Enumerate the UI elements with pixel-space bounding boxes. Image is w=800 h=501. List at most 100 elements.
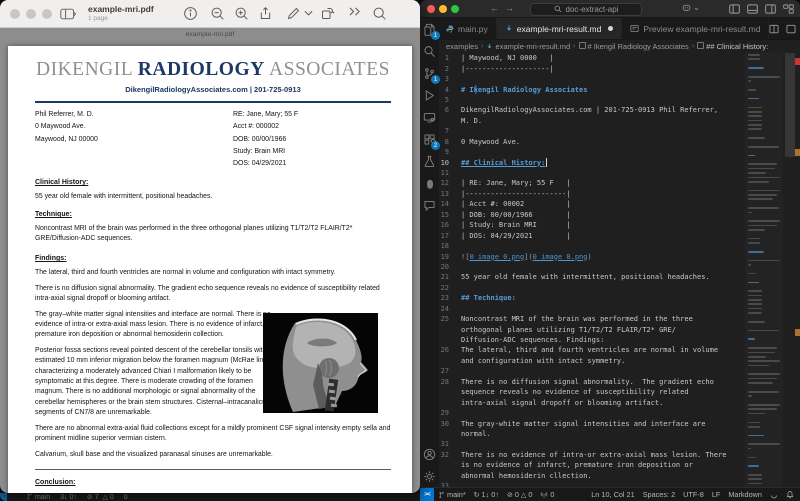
code-line[interactable]: 4# Ikengil Radiology Associates bbox=[439, 84, 745, 94]
search-icon[interactable] bbox=[372, 6, 387, 21]
tab-main-py[interactable]: main.py bbox=[438, 18, 497, 39]
extension-hand-icon[interactable] bbox=[422, 176, 437, 191]
code-line[interactable]: 19![0_image_0.png](0_image_0.png) bbox=[439, 251, 745, 261]
sync-status[interactable]: ↻1↓ 0↑ bbox=[470, 490, 503, 499]
extensions-icon[interactable]: 2 bbox=[422, 132, 437, 147]
minimize-button[interactable] bbox=[439, 5, 447, 13]
code-line[interactable]: 31 bbox=[439, 439, 745, 449]
toggle-panel-icon[interactable] bbox=[747, 4, 758, 14]
code-line[interactable]: 17| DOS: 04/29/2021 | bbox=[439, 230, 745, 240]
code-line[interactable]: 20 bbox=[439, 262, 745, 272]
code-line[interactable]: 5 bbox=[439, 95, 745, 105]
breadcrumb-symbol-h1[interactable]: # Ikengil Radiology Associates bbox=[579, 42, 689, 51]
source-control-icon[interactable]: 1 bbox=[422, 66, 437, 81]
code-line[interactable]: 25Noncontrast MRI of the brain was perfo… bbox=[439, 314, 745, 324]
breadcrumb-folder[interactable]: examples bbox=[446, 42, 478, 51]
branch-status[interactable]: main* bbox=[434, 490, 470, 499]
problems-status[interactable]: ⊘0 △0 bbox=[503, 490, 536, 499]
toggle-sidebar-icon[interactable] bbox=[729, 4, 740, 14]
code-line[interactable]: 11 bbox=[439, 168, 745, 178]
minimize-button[interactable] bbox=[26, 9, 36, 19]
breadcrumb-symbol-h2[interactable]: ## Clinical History: bbox=[697, 42, 768, 51]
code-line[interactable]: 6DikengilRadiologyAssociates.com | 201-7… bbox=[439, 105, 745, 115]
testing-icon[interactable] bbox=[422, 154, 437, 169]
code-line[interactable]: 2|--------------------| bbox=[439, 63, 745, 73]
code-line[interactable]: 3 bbox=[439, 74, 745, 84]
code-line[interactable]: abnormal hemosiderin cllection. bbox=[439, 471, 745, 481]
tab-preview-example-mri-result-md[interactable]: Preview example-mri-result.md bbox=[622, 18, 769, 39]
code-line[interactable]: 9 bbox=[439, 147, 745, 157]
code-line[interactable]: 32There is no evidence of intra-or extra… bbox=[439, 450, 745, 460]
code-line[interactable]: 2155 year old female with intermittent, … bbox=[439, 272, 745, 282]
chevron-down-icon[interactable] bbox=[304, 10, 313, 17]
image-link-text[interactable]: 0_image_0.png bbox=[469, 253, 524, 261]
code-line[interactable]: orthogonal planes utilizing T1/T2/T2 FLA… bbox=[439, 324, 745, 334]
maximize-button[interactable] bbox=[451, 5, 459, 13]
encoding[interactable]: UTF-8 bbox=[679, 490, 708, 499]
code-line[interactable]: 12| RE: Jane, Mary; 55 F | bbox=[439, 178, 745, 188]
run-debug-icon[interactable] bbox=[422, 88, 437, 103]
split-editor-icon[interactable] bbox=[769, 24, 779, 34]
history-nav[interactable]: ←→ bbox=[490, 3, 520, 13]
code-line[interactable]: 24 bbox=[439, 304, 745, 314]
minimap[interactable] bbox=[745, 52, 783, 487]
code-line[interactable]: Diffusion-ADC sequences. Findings: bbox=[439, 335, 745, 345]
account-icon[interactable] bbox=[422, 447, 437, 462]
code-line[interactable]: 14| Acct #: 00002 | bbox=[439, 199, 745, 209]
settings-gear-icon[interactable] bbox=[422, 469, 437, 484]
code-line[interactable]: 80 Maywood Ave. bbox=[439, 137, 745, 147]
share-icon[interactable] bbox=[258, 6, 273, 21]
feedback-icon[interactable] bbox=[766, 491, 782, 499]
sidebar-icon[interactable] bbox=[60, 8, 76, 20]
command-center-search[interactable]: doc-extract-api bbox=[530, 3, 642, 16]
code-line[interactable]: 7 bbox=[439, 126, 745, 136]
explorer-icon[interactable]: 1 bbox=[422, 22, 437, 37]
code-line[interactable]: 29 bbox=[439, 408, 745, 418]
code-line[interactable]: 27 bbox=[439, 366, 745, 376]
rotate-icon[interactable] bbox=[320, 6, 335, 21]
code-line[interactable]: 1| Maywood, NJ 0000 | bbox=[439, 53, 745, 63]
customize-layout-icon[interactable] bbox=[783, 4, 794, 14]
search-icon[interactable] bbox=[422, 44, 437, 59]
code-line[interactable]: is no evidence of infarct, premature iro… bbox=[439, 460, 745, 470]
breadcrumb-file[interactable]: example-mri-result.md bbox=[486, 42, 570, 51]
zoom-out-icon[interactable] bbox=[210, 6, 225, 21]
info-icon[interactable] bbox=[183, 6, 198, 21]
code-line[interactable]: 28There is no diffusion signal abnormali… bbox=[439, 377, 745, 387]
code-line[interactable]: intra-axial signal dropoff or blooming a… bbox=[439, 397, 745, 407]
code-line[interactable]: and configuration with intact symmetry. bbox=[439, 356, 745, 366]
zoom-in-icon[interactable] bbox=[234, 6, 249, 21]
eol[interactable]: LF bbox=[708, 490, 725, 499]
image-link-text[interactable]: 0_image_0.png bbox=[533, 253, 588, 261]
toggle-secondary-sidebar-icon[interactable] bbox=[765, 4, 776, 14]
code-line[interactable]: 30The gray-white matter signal intensiti… bbox=[439, 418, 745, 428]
copilot-menu[interactable]: ⌄ bbox=[682, 3, 700, 12]
remote-indicator[interactable]: >< bbox=[420, 488, 434, 501]
editor-scrollbar[interactable] bbox=[785, 52, 795, 487]
code-line[interactable]: 15| DOB: 00/00/1966 | bbox=[439, 210, 745, 220]
close-button[interactable] bbox=[427, 5, 435, 13]
indentation[interactable]: Spaces: 2 bbox=[639, 490, 679, 499]
code-line[interactable]: 22 bbox=[439, 283, 745, 293]
code-line[interactable]: 13|------------------------| bbox=[439, 189, 745, 199]
code-line[interactable]: 26The lateral, third and fourth ventricl… bbox=[439, 345, 745, 355]
ports-status[interactable]: 0 bbox=[536, 490, 558, 499]
notifications-bell-icon[interactable] bbox=[782, 490, 800, 499]
tab-example-mri-result-md[interactable]: example-mri-result.md bbox=[497, 18, 623, 39]
remote-explorer-icon[interactable] bbox=[422, 110, 437, 125]
code-line[interactable]: 16| Study: Brain MRI | bbox=[439, 220, 745, 230]
cursor-position[interactable]: Ln 10, Col 21 bbox=[587, 490, 638, 499]
code-line[interactable]: sequence reveals no evidence of suscepti… bbox=[439, 387, 745, 397]
markup-pencil-icon[interactable] bbox=[286, 6, 301, 21]
code-line[interactable]: 18 bbox=[439, 241, 745, 251]
code-line[interactable]: normal. bbox=[439, 429, 745, 439]
close-button[interactable] bbox=[10, 9, 20, 19]
chat-icon[interactable] bbox=[422, 198, 437, 213]
code-line[interactable]: M. D. bbox=[439, 116, 745, 126]
language-mode[interactable]: Markdown bbox=[724, 490, 766, 499]
code-line[interactable]: 10## Clinical History: bbox=[439, 157, 745, 167]
code-line[interactable]: 23## Technique: bbox=[439, 293, 745, 303]
editor-layout-icon[interactable] bbox=[786, 24, 796, 34]
editor-pane[interactable]: 1| Maywood, NJ 0000 |2|-----------------… bbox=[439, 52, 800, 487]
scrollbar-thumb[interactable] bbox=[785, 53, 795, 157]
